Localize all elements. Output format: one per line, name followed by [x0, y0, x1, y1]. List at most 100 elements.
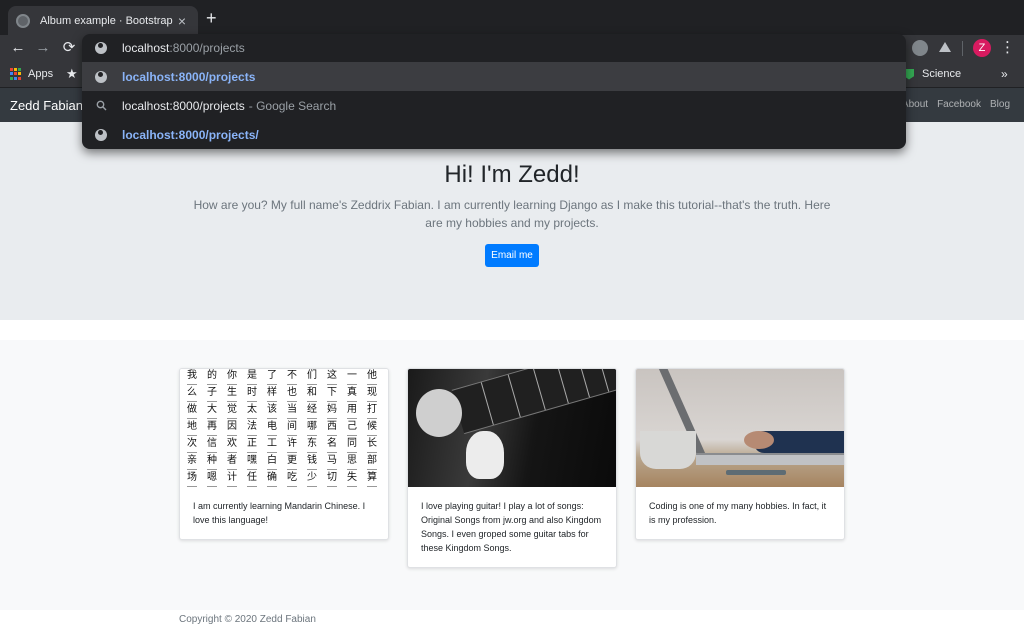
suggestion-provider: - Google Search [248, 98, 337, 113]
han-character: 者 [222, 455, 242, 472]
site-info-icon[interactable] [95, 42, 107, 54]
han-character: 信 [202, 438, 222, 455]
han-character: 做 [182, 404, 202, 421]
back-icon[interactable]: ← [9, 39, 27, 57]
site-brand[interactable]: Zedd Fabian [10, 98, 83, 113]
han-character: 了 [262, 370, 282, 387]
han-character: 亲 [182, 455, 202, 472]
han-character: 法 [242, 421, 262, 438]
han-character: 我 [182, 370, 202, 387]
han-character: 嘿 [242, 455, 262, 472]
guitar-image [408, 369, 616, 487]
han-character: 当 [282, 404, 302, 421]
han-character: 地 [182, 421, 202, 438]
bookmark-star-icon[interactable]: ★ [66, 66, 78, 82]
han-character: 计 [222, 472, 242, 487]
han-character: 也 [282, 387, 302, 404]
email-me-button[interactable]: Email me [485, 244, 539, 267]
section-gap [0, 320, 1024, 340]
han-character: 种 [202, 455, 222, 472]
han-character: 子 [202, 387, 222, 404]
hero-title: Hi! I'm Zedd! [444, 161, 580, 188]
han-character: 下 [322, 387, 342, 404]
han-character: 许 [282, 438, 302, 455]
han-character: 确 [262, 472, 282, 487]
mandarin-characters-image: 我的你是了不们这一他么子生时样也和下真现做大觉太该当经妈用打地再因法电间哪西己候… [180, 369, 388, 487]
phone [726, 470, 786, 475]
han-character: 工 [262, 438, 282, 455]
han-character: 你 [222, 370, 242, 387]
han-character: 马 [322, 455, 342, 472]
strumming-hand [416, 389, 462, 437]
han-character: 东 [302, 438, 322, 455]
nav-link-blog[interactable]: Blog [990, 99, 1010, 110]
han-character: 不 [282, 370, 302, 387]
search-icon [95, 100, 107, 112]
han-character: 次 [182, 438, 202, 455]
extension-icon[interactable] [912, 40, 928, 56]
han-character: 部 [362, 455, 382, 472]
han-character: 白 [262, 455, 282, 472]
han-character: 切 [322, 472, 342, 487]
han-character: 间 [282, 421, 302, 438]
han-character: 失 [342, 472, 362, 487]
han-character: 己 [342, 421, 362, 438]
nav-link-facebook[interactable]: Facebook [937, 99, 981, 110]
menu-icon[interactable]: ⋮ [1000, 39, 1015, 57]
laptop-image [636, 369, 844, 487]
tab-strip: Album example · Bootstrap × + [0, 0, 1024, 35]
hero-section: Hi! I'm Zedd! How are you? My full name'… [0, 122, 1024, 320]
han-character: 再 [202, 421, 222, 438]
han-character: 经 [302, 404, 322, 421]
forward-icon[interactable]: → [34, 39, 52, 57]
han-character: 他 [362, 370, 382, 387]
address-bar-text[interactable]: localhost:8000/projects [122, 41, 245, 55]
han-character: 大 [202, 404, 222, 421]
browser-tab[interactable]: Album example · Bootstrap × [8, 6, 198, 35]
omnibox-suggestion[interactable]: localhost:8000/projects - Google Search [82, 91, 906, 120]
reload-icon[interactable]: ⟳ [60, 39, 78, 57]
han-character: 们 [302, 370, 322, 387]
drive-icon[interactable] [937, 40, 953, 56]
bookmark-science[interactable]: Science [904, 68, 961, 80]
han-character: 打 [362, 404, 382, 421]
han-character: 么 [182, 387, 202, 404]
album-section: 我的你是了不们这一他么子生时样也和下真现做大觉太该当经妈用打地再因法电间哪西己候… [0, 340, 1024, 610]
typing-hand [744, 431, 774, 449]
han-character: 候 [362, 421, 382, 438]
profile-avatar[interactable]: Z [973, 39, 991, 57]
han-character: 该 [262, 404, 282, 421]
han-character: 太 [242, 404, 262, 421]
suggestion-url: localhost:8000/projects [122, 69, 256, 84]
suggestion-url: localhost:8000/projects/ [122, 127, 259, 142]
close-tab-icon[interactable]: × [174, 13, 190, 29]
hero-lead: How are you? My full name's Zeddrix Fabi… [193, 198, 831, 230]
han-character: 正 [242, 438, 262, 455]
site-nav-links: About Facebook Blog [902, 99, 1010, 110]
han-character: 电 [262, 421, 282, 438]
address-bar[interactable]: localhost:8000/projects [82, 34, 906, 62]
omnibox-suggestion[interactable]: localhost:8000/projects [82, 62, 906, 91]
han-character: 场 [182, 472, 202, 487]
new-tab-button[interactable]: + [206, 8, 217, 28]
bookmark-apps[interactable]: Apps [10, 68, 53, 80]
han-character: 名 [322, 438, 342, 455]
han-character: 的 [202, 370, 222, 387]
tab-title: Album example · Bootstrap [40, 14, 173, 27]
omnibox-suggestion[interactable]: localhost:8000/projects/ [82, 120, 906, 149]
laptop-keyboard [696, 453, 844, 465]
han-character-grid: 我的你是了不们这一他么子生时样也和下真现做大觉太该当经妈用打地再因法电间哪西己候… [182, 370, 382, 487]
han-character: 钱 [302, 455, 322, 472]
han-character: 因 [222, 421, 242, 438]
bookmarks-overflow-icon[interactable]: » [1001, 67, 1008, 81]
han-character: 生 [222, 387, 242, 404]
coffee-mug [640, 431, 696, 469]
globe-icon [95, 70, 107, 83]
han-character: 同 [342, 438, 362, 455]
han-character: 吃 [282, 472, 302, 487]
suggestion-query: localhost:8000/projects [122, 98, 245, 113]
han-character: 时 [242, 387, 262, 404]
card-coding: Coding is one of my many hobbies. In fac… [635, 368, 845, 540]
han-character: 西 [322, 421, 342, 438]
card-text-coding: Coding is one of my many hobbies. In fac… [649, 501, 827, 525]
